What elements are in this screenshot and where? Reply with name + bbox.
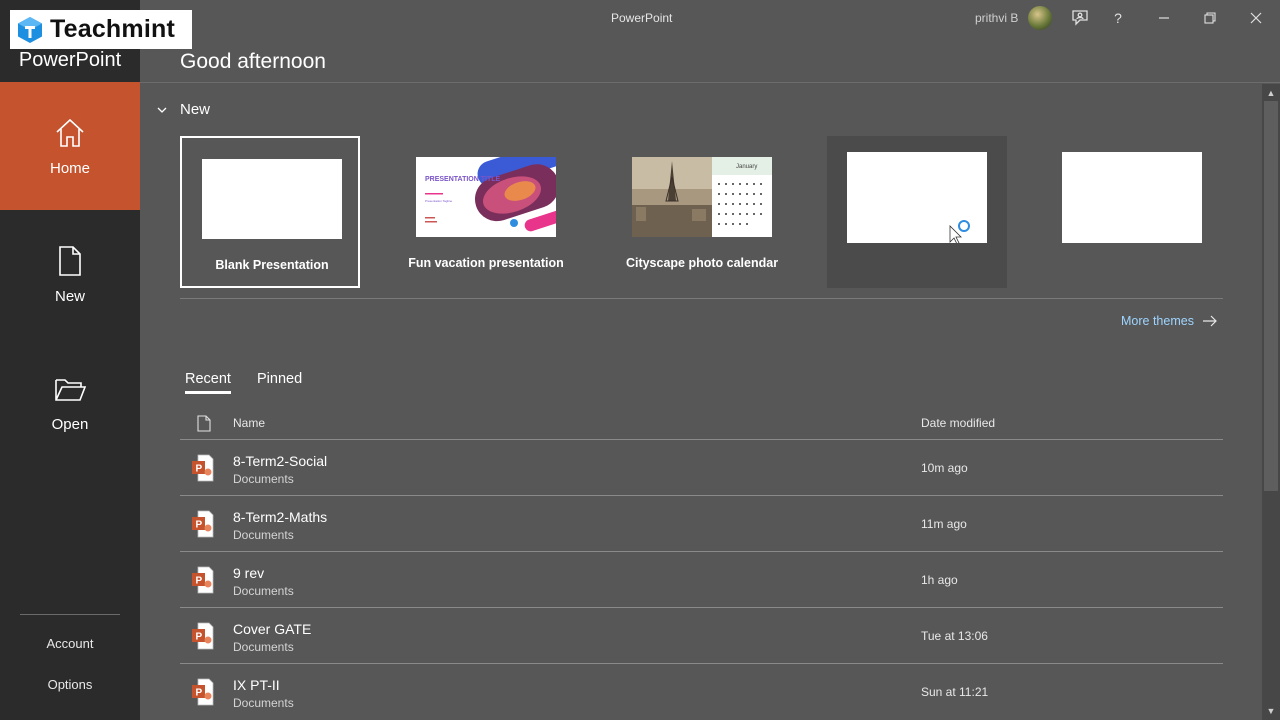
svg-text:P: P xyxy=(196,520,203,531)
template-blank-2-thumbnail xyxy=(1062,152,1202,243)
nav-home[interactable]: Home xyxy=(0,82,140,210)
table-row[interactable]: P 9 rev Documents 1h ago xyxy=(180,552,1223,608)
chevron-down-icon xyxy=(157,107,167,113)
template-cityscape-calendar[interactable]: January Cityscape photo calendar xyxy=(612,136,792,288)
powerpoint-file-icon: P xyxy=(192,454,214,482)
nav-options[interactable]: Options xyxy=(0,677,140,692)
template-fun-vacation-thumbnail: PRESENTATION TITLE Presentation Tagline xyxy=(416,157,556,237)
file-date: 10m ago xyxy=(921,461,968,475)
template-cityscape-thumbnail: January xyxy=(632,157,772,237)
template-blank-2[interactable] xyxy=(1042,136,1222,288)
nav-new-label: New xyxy=(54,287,85,305)
title-bar: PowerPoint prithvi B ? xyxy=(140,0,1280,36)
file-name: Cover GATE xyxy=(233,621,312,637)
nav-account[interactable]: Account xyxy=(0,636,140,651)
more-themes-link[interactable]: More themes xyxy=(1121,314,1218,328)
svg-text:P: P xyxy=(196,464,203,475)
file-name: IX PT-II xyxy=(233,677,280,693)
window-title: PowerPoint xyxy=(611,11,673,25)
template-blank[interactable]: Blank Presentation xyxy=(180,136,360,288)
avatar[interactable] xyxy=(1028,6,1052,30)
file-date: Tue at 13:06 xyxy=(921,629,988,643)
template-caption: Cityscape photo calendar xyxy=(625,256,779,270)
template-blank-thumbnail xyxy=(202,159,342,239)
template-loading-thumbnail xyxy=(847,152,987,243)
greeting: Good afternoon xyxy=(180,50,326,73)
powerpoint-file-icon: P xyxy=(192,510,214,538)
more-themes-label: More themes xyxy=(1121,314,1194,328)
template-caption: Fun vacation presentation xyxy=(408,256,564,270)
svg-text:P: P xyxy=(196,576,203,587)
nav-home-label: Home xyxy=(49,159,90,177)
new-document-icon xyxy=(59,245,81,276)
template-thumb-subtitle: Presentation Tagline xyxy=(425,199,452,203)
home-icon xyxy=(56,118,84,147)
nav-new[interactable]: New xyxy=(0,210,140,338)
left-rail: PowerPoint Home New Open Account Options xyxy=(0,0,140,720)
table-row[interactable]: P Cover GATE Documents Tue at 13:06 xyxy=(180,608,1223,664)
new-section-toggle[interactable]: New xyxy=(156,101,210,118)
help-icon[interactable]: ? xyxy=(1106,6,1130,30)
table-row[interactable]: P IX PT-II Documents Sun at 11:21 xyxy=(180,664,1223,720)
powerpoint-file-icon: P xyxy=(192,566,214,594)
file-name: 8-Term2-Maths xyxy=(233,509,328,525)
arrow-right-icon xyxy=(1202,315,1217,327)
table-row[interactable]: P 8-Term2-Maths Documents 11m ago xyxy=(180,496,1223,552)
calendar-month: January xyxy=(736,164,757,170)
scroll-down-icon[interactable]: ▼ xyxy=(1264,704,1278,718)
templates-divider xyxy=(180,298,1223,299)
user-name[interactable]: prithvi B xyxy=(975,11,1018,25)
tab-recent[interactable]: Recent xyxy=(185,371,231,394)
header-divider xyxy=(140,82,1280,83)
close-icon[interactable] xyxy=(1244,6,1268,30)
new-section-label: New xyxy=(180,101,211,118)
file-date: 1h ago xyxy=(921,573,958,587)
feedback-icon[interactable] xyxy=(1068,6,1092,30)
nav-open-label: Open xyxy=(51,415,89,433)
file-name: 9 rev xyxy=(233,565,265,581)
template-loading[interactable] xyxy=(827,136,1007,288)
template-thumb-title: PRESENTATION TITLE xyxy=(425,176,501,183)
minimize-icon[interactable] xyxy=(1152,6,1176,30)
file-location: Documents xyxy=(233,640,294,654)
rail-divider xyxy=(20,614,120,615)
template-caption: Blank Presentation xyxy=(215,258,329,272)
teachmint-logo-text: Teachmint xyxy=(50,15,175,43)
powerpoint-file-icon: P xyxy=(192,622,214,650)
teachmint-cube-icon xyxy=(18,16,42,43)
column-name[interactable]: Name xyxy=(233,416,265,430)
scrollbar-thumb[interactable] xyxy=(1264,101,1278,491)
file-type-icon xyxy=(197,415,211,435)
template-fun-vacation[interactable]: PRESENTATION TITLE Presentation Tagline … xyxy=(396,136,576,288)
file-name: 8-Term2-Social xyxy=(233,453,328,469)
svg-text:P: P xyxy=(196,632,203,643)
scroll-up-icon[interactable]: ▲ xyxy=(1264,86,1278,100)
folder-open-icon xyxy=(55,378,87,401)
file-location: Documents xyxy=(233,584,294,598)
file-date: 11m ago xyxy=(921,517,967,531)
tab-pinned[interactable]: Pinned xyxy=(257,371,302,387)
teachmint-logo: Teachmint xyxy=(10,10,192,49)
file-location: Documents xyxy=(233,472,294,486)
file-location: Documents xyxy=(233,696,294,710)
file-location: Documents xyxy=(233,528,294,542)
table-row[interactable]: P 8-Term2-Social Documents 10m ago xyxy=(180,440,1223,496)
nav-open[interactable]: Open xyxy=(0,338,140,466)
file-date: Sun at 11:21 xyxy=(921,685,989,699)
powerpoint-file-icon: P xyxy=(192,678,214,706)
column-date-modified[interactable]: Date modified xyxy=(921,416,995,430)
restore-icon[interactable] xyxy=(1198,6,1222,30)
app-name: PowerPoint xyxy=(18,49,122,71)
svg-text:P: P xyxy=(196,688,203,699)
